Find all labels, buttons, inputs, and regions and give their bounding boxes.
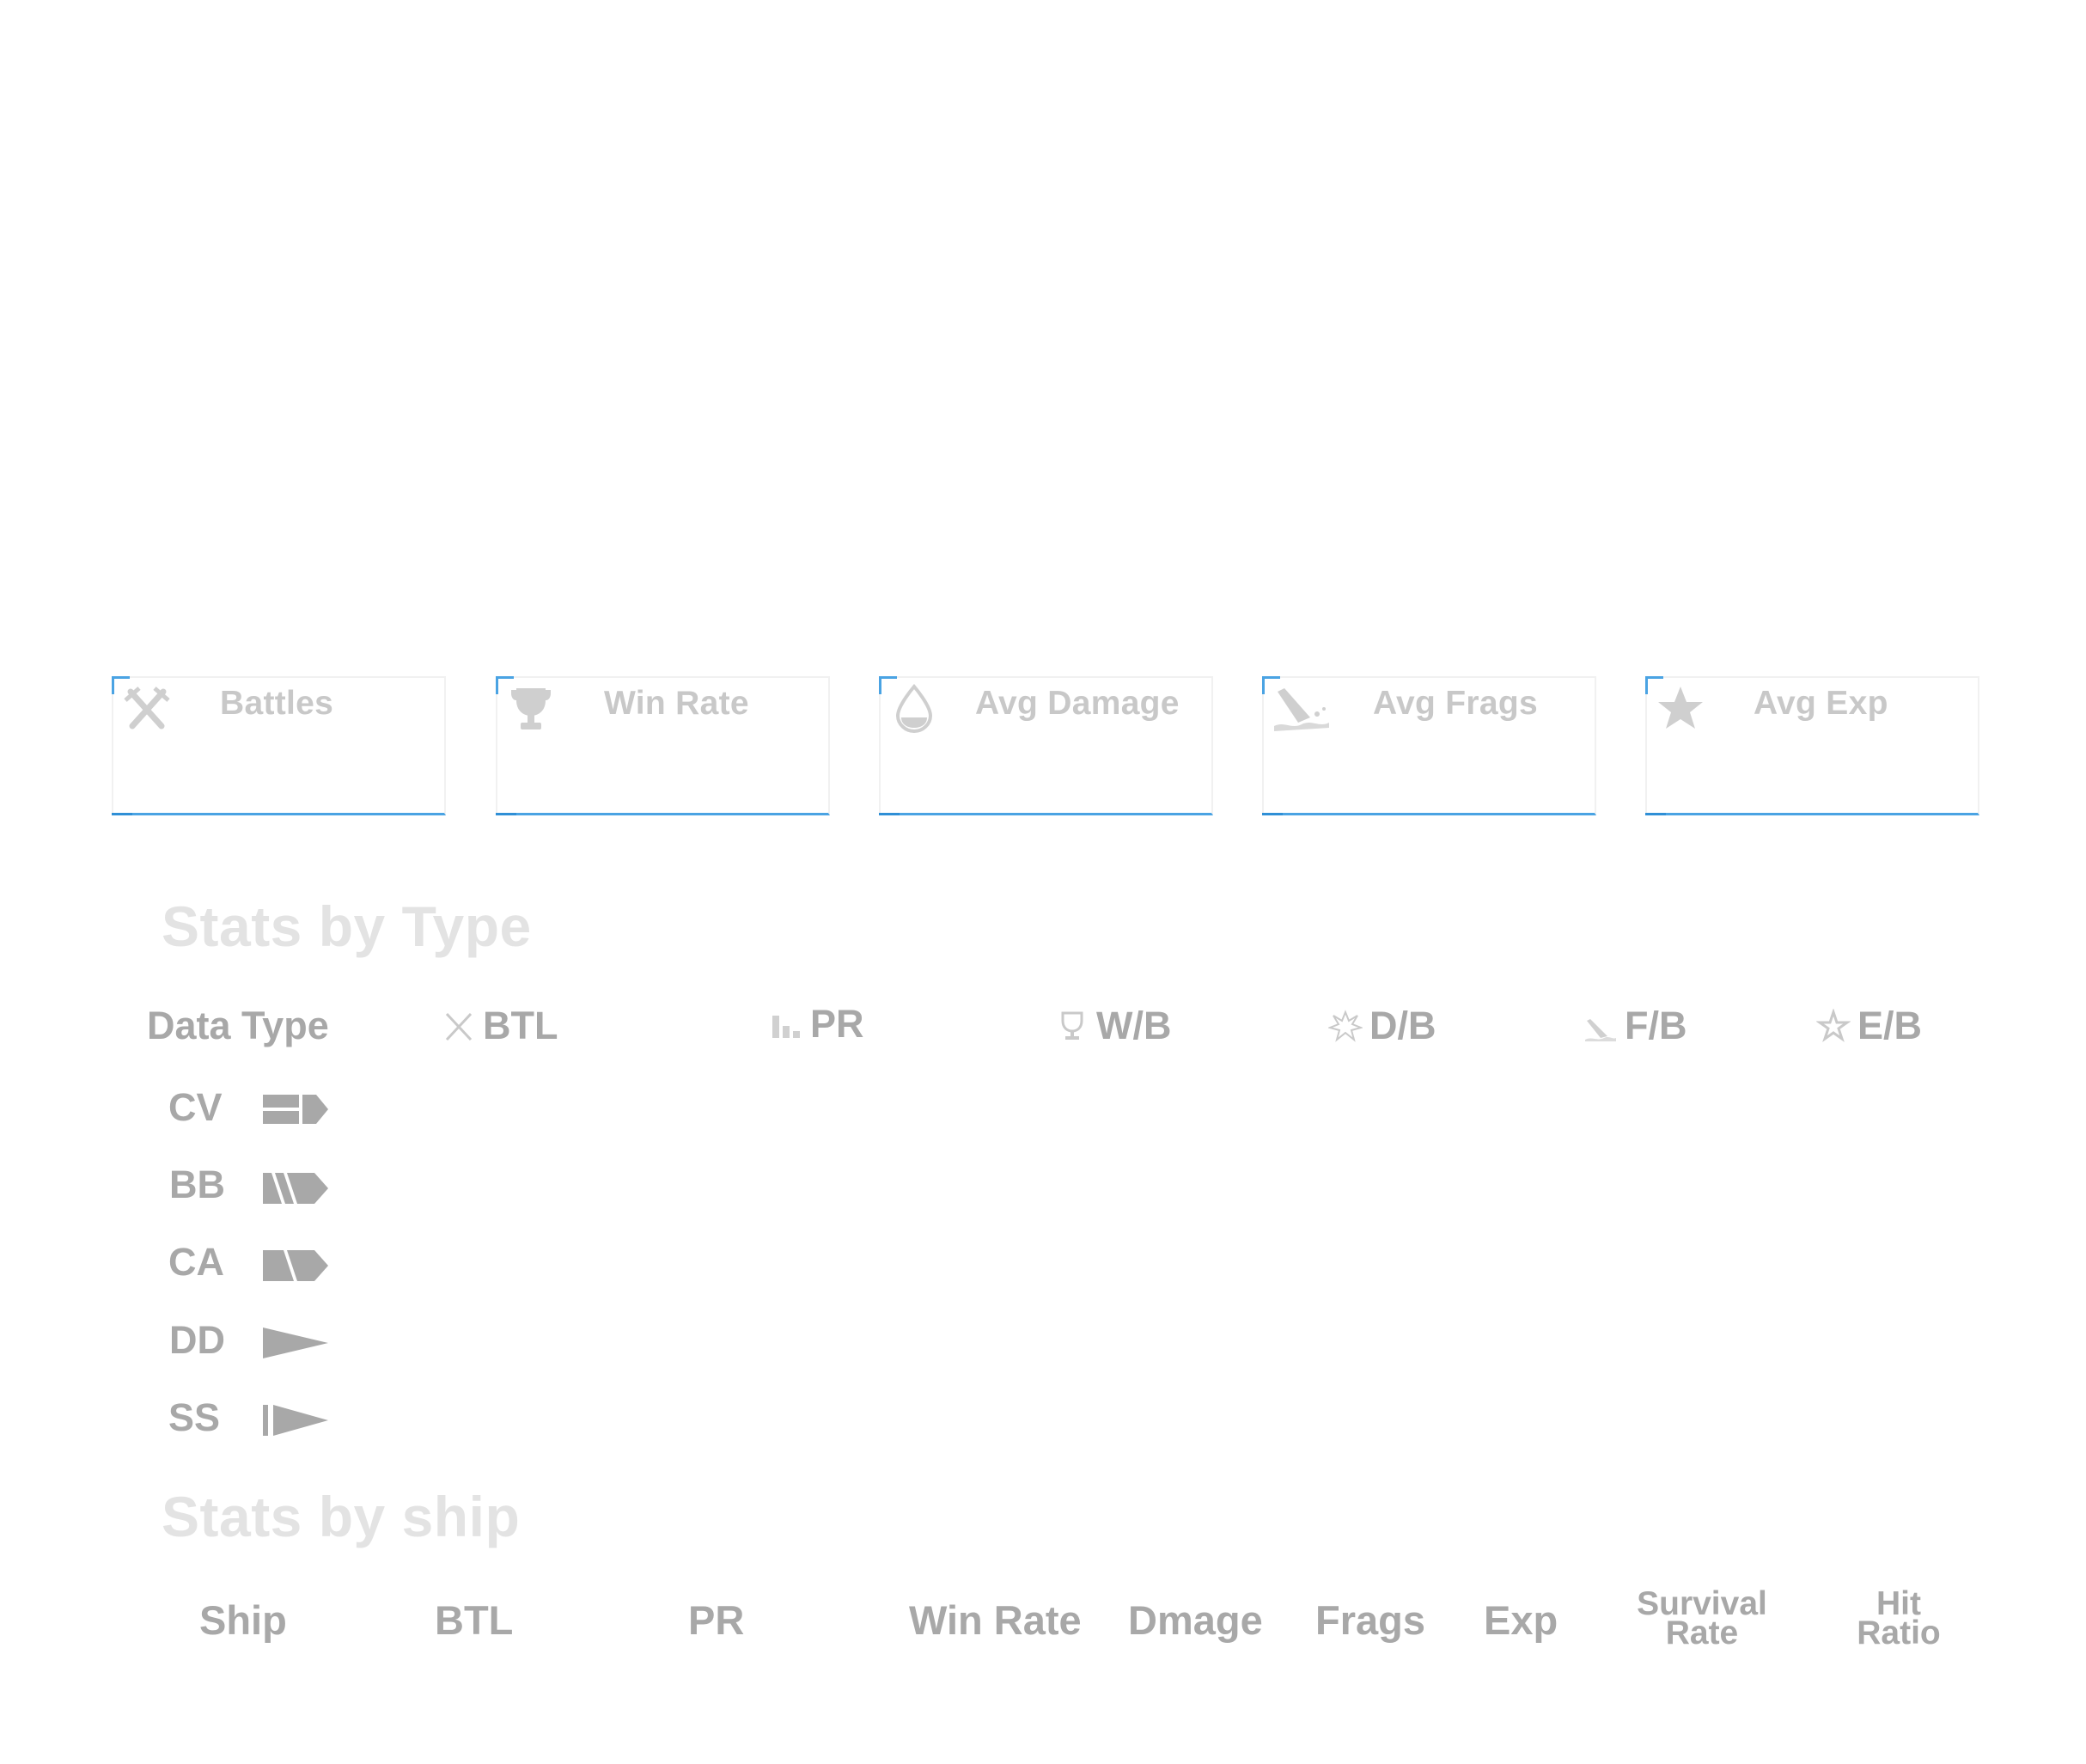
star-icon <box>1658 687 1703 729</box>
db-header-label: D/B <box>1369 1004 1436 1047</box>
trophy-icon <box>511 688 551 729</box>
type-row-label-ss: SS <box>168 1395 221 1439</box>
star-icon <box>1816 1009 1851 1042</box>
sinking-ship-icon <box>1274 688 1329 731</box>
btl-header-label: BTL <box>483 1004 558 1047</box>
sinking-ship-icon <box>1585 1019 1616 1041</box>
eb-header[interactable]: E/B <box>1816 1004 1922 1048</box>
card-corner-accent <box>1262 813 1283 815</box>
wb-header[interactable]: W/B <box>1055 1004 1171 1048</box>
type-row-label-dd: DD <box>169 1318 225 1362</box>
battleship-icon <box>263 1173 328 1204</box>
survival-rate-column-header[interactable]: Survival Rate <box>1626 1587 1778 1651</box>
data-type-header-label: Data Type <box>147 1004 329 1047</box>
card-corner-accent <box>1645 813 1666 815</box>
stats-by-type-title: Stats by Type <box>162 894 532 958</box>
btl-column-header[interactable]: BTL <box>435 1596 513 1644</box>
carrier-icon <box>263 1095 328 1124</box>
eb-header-label: E/B <box>1857 1004 1923 1047</box>
fb-header[interactable]: F/B <box>1583 1004 1687 1048</box>
wb-header-label: W/B <box>1096 1004 1172 1047</box>
exp-column-header[interactable]: Exp <box>1484 1596 1558 1644</box>
drop-icon <box>895 683 933 733</box>
card-corner-accent <box>879 813 900 815</box>
submarine-icon <box>263 1405 328 1436</box>
stats-by-ship-title: Stats by ship <box>162 1485 521 1548</box>
bar-chart-icon <box>772 1016 800 1038</box>
win-rate-column-header[interactable]: Win Rate <box>909 1596 1082 1644</box>
survival-rate-line-2: Rate <box>1665 1614 1739 1651</box>
avg-frags-card: Avg Frags <box>1262 676 1596 815</box>
damage-column-header[interactable]: Dmage <box>1128 1596 1263 1644</box>
destroyer-icon <box>263 1328 328 1358</box>
card-corner-accent <box>496 813 516 815</box>
trophy-icon <box>1061 1011 1083 1040</box>
win-rate-card: Win Rate <box>496 676 830 815</box>
pr-header[interactable]: PR <box>769 1002 864 1047</box>
db-header[interactable]: D/B <box>1328 1004 1436 1048</box>
data-type-header: Data Type <box>147 1004 329 1048</box>
avg-frags-label: Avg Frags <box>1373 685 1538 722</box>
avg-exp-card: Avg Exp <box>1645 676 1979 815</box>
fb-header-label: F/B <box>1625 1004 1687 1047</box>
hit-ratio-column-header[interactable]: Hit Ratio <box>1847 1587 1950 1651</box>
explosion-icon <box>1328 1010 1363 1042</box>
pr-column-header[interactable]: PR <box>688 1596 744 1644</box>
crossed-swords-icon <box>124 687 170 729</box>
btl-header[interactable]: BTL <box>442 1004 558 1048</box>
battles-card: Battles <box>112 676 446 815</box>
type-row-label-cv: CV <box>168 1085 223 1129</box>
avg-exp-label: Avg Exp <box>1754 685 1888 722</box>
type-row-label-bb: BB <box>169 1163 225 1206</box>
frags-column-header[interactable]: Frags <box>1315 1596 1425 1644</box>
pr-header-label: PR <box>810 1002 864 1046</box>
battles-label: Battles <box>220 685 334 722</box>
crossed-swords-icon <box>445 1012 473 1041</box>
card-corner-accent <box>112 813 132 815</box>
win-rate-label: Win Rate <box>604 685 749 722</box>
hit-ratio-line-2: Ratio <box>1857 1614 1941 1651</box>
avg-damage-label: Avg Damage <box>975 685 1180 722</box>
ship-header[interactable]: Ship <box>199 1596 287 1644</box>
avg-damage-card: Avg Damage <box>879 676 1213 815</box>
type-row-label-ca: CA <box>168 1240 224 1284</box>
cruiser-icon <box>263 1250 328 1281</box>
